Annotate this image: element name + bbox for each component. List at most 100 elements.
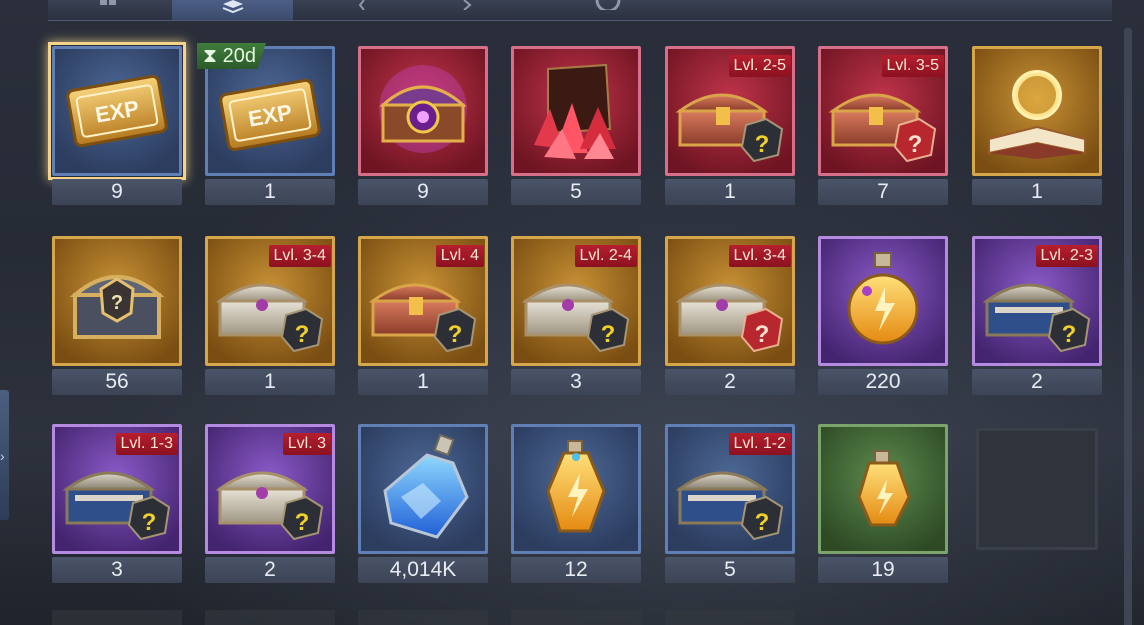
gold-potion-icon — [857, 450, 911, 527]
item-frame — [511, 46, 641, 176]
svg-text:?: ? — [142, 509, 157, 536]
tab-items[interactable] — [172, 0, 293, 20]
svg-text:?: ? — [908, 131, 923, 158]
svg-text:?: ? — [111, 292, 123, 314]
tab-grid[interactable] — [88, 0, 128, 20]
item-count: 1 — [205, 369, 335, 395]
grid-icon — [100, 0, 116, 5]
inventory-slot[interactable]: 1 — [972, 46, 1102, 206]
inventory-slot[interactable]: 9 — [358, 46, 488, 206]
inventory-slot[interactable] — [358, 610, 488, 625]
item-frame — [358, 46, 488, 176]
red-crystal-icon — [534, 63, 616, 159]
side-panel-handle[interactable]: › — [0, 390, 9, 520]
svg-text:?: ? — [295, 321, 310, 348]
svg-text:?: ? — [1062, 321, 1077, 348]
level-range-badge: Lvl. 2-5 — [728, 55, 791, 77]
inventory-slot[interactable]: 4,014K — [358, 424, 488, 584]
inventory-slot[interactable]: 19 — [818, 424, 948, 584]
empty-slot — [976, 428, 1098, 550]
item-count: 56 — [52, 369, 182, 395]
inventory-slot[interactable]: ? Lvl. 3 2 — [205, 424, 335, 584]
level-range-badge: Lvl. 3-5 — [881, 55, 944, 77]
timer-text: 20d — [222, 45, 256, 67]
item-count: 1 — [358, 369, 488, 395]
gold-potion-icon — [847, 252, 919, 345]
blue-potion-icon — [383, 433, 469, 539]
tab-circle[interactable] — [588, 0, 628, 20]
svg-text:?: ? — [448, 321, 463, 348]
scrollbar[interactable] — [1124, 28, 1132, 625]
item-count: 19 — [818, 557, 948, 583]
item-frame — [818, 424, 948, 554]
item-count: 2 — [205, 557, 335, 583]
inventory-slot[interactable]: ? Lvl. 2-3 2 — [972, 236, 1102, 396]
arrow-icon — [463, 0, 472, 10]
svg-text:?: ? — [295, 509, 310, 536]
item-count: 12 — [511, 557, 641, 583]
level-range-badge: Lvl. 3 — [282, 433, 331, 455]
inventory-slot[interactable]: ? Lvl. 2-4 3 — [511, 236, 641, 396]
svg-text:?: ? — [755, 509, 770, 536]
layers-icon — [222, 0, 243, 14]
inventory-slot[interactable] — [511, 610, 641, 625]
inventory-slot[interactable]: ? Lvl. 4 1 — [358, 236, 488, 396]
svg-text:?: ? — [755, 131, 770, 158]
item-count: 1 — [972, 179, 1102, 205]
item-count: 220 — [818, 369, 948, 395]
item-count: 7 — [818, 179, 948, 205]
inventory-slot[interactable]: ? Lvl. 2-5 1 — [665, 46, 795, 206]
spell-book-icon — [988, 70, 1086, 159]
inventory-tab-bar — [48, 0, 1112, 21]
item-count: 1 — [205, 179, 335, 205]
circle-icon — [595, 0, 621, 10]
svg-text:?: ? — [755, 321, 770, 348]
item-frame — [358, 424, 488, 554]
inventory-slot[interactable]: 12 — [511, 424, 641, 584]
mystery-chest-icon: ? — [69, 275, 165, 339]
chevron-left-icon: › — [0, 448, 5, 464]
tab-arrow[interactable] — [448, 0, 488, 20]
inventory-slot[interactable]: EXP ⧗ 20d 1 — [197, 43, 335, 206]
level-range-badge: Lvl. 1-3 — [115, 433, 178, 455]
item-count: 4,014K — [358, 557, 488, 583]
item-count: 9 — [358, 179, 488, 205]
item-count: 3 — [52, 557, 182, 583]
inventory-slot[interactable] — [52, 610, 182, 625]
item-count: 2 — [665, 369, 795, 395]
level-range-badge: Lvl. 3-4 — [268, 245, 331, 267]
inventory-slot[interactable]: ? Lvl. 1-2 5 — [665, 424, 795, 584]
inventory-slot[interactable] — [205, 610, 335, 625]
level-range-badge: Lvl. 2-4 — [574, 245, 637, 267]
inventory-slot[interactable] — [665, 610, 795, 625]
inventory-slot[interactable]: ? 56 — [52, 236, 182, 396]
item-count: 1 — [665, 179, 795, 205]
svg-text:?: ? — [601, 321, 616, 348]
inventory-slot-empty[interactable] — [976, 428, 1106, 588]
item-frame — [972, 46, 1102, 176]
inventory-slot[interactable]: ? Lvl. 1-3 3 — [52, 424, 182, 584]
hourglass-icon: ⧗ — [203, 45, 218, 67]
gold-potion-icon — [546, 440, 606, 533]
level-range-badge: Lvl. 2-3 — [1035, 245, 1098, 267]
expiry-timer-badge: ⧗ 20d — [197, 43, 266, 69]
level-range-badge: Lvl. 1-2 — [728, 433, 791, 455]
level-range-badge: Lvl. 4 — [435, 245, 484, 267]
magic-chest-icon — [379, 65, 467, 153]
inventory-slot[interactable]: ? Lvl. 3-5 7 — [818, 46, 948, 206]
inventory-slot[interactable]: 220 — [818, 236, 948, 396]
inventory-slot[interactable]: ? Lvl. 3-4 1 — [205, 236, 335, 396]
item-frame — [511, 424, 641, 554]
item-count: 5 — [511, 179, 641, 205]
inventory-slot[interactable]: ? Lvl. 3-4 2 — [665, 236, 795, 396]
bracket-icon — [358, 0, 365, 10]
item-frame: ? — [52, 236, 182, 366]
selection-highlight — [48, 42, 186, 180]
item-count: 3 — [511, 369, 641, 395]
item-count: 9 — [52, 179, 182, 205]
tab-equipment[interactable] — [338, 0, 398, 20]
inventory-slot[interactable]: 5 — [511, 46, 641, 206]
item-count: 5 — [665, 557, 795, 583]
inventory-slot[interactable]: EXP 9 — [48, 42, 186, 206]
item-count: 2 — [972, 369, 1102, 395]
